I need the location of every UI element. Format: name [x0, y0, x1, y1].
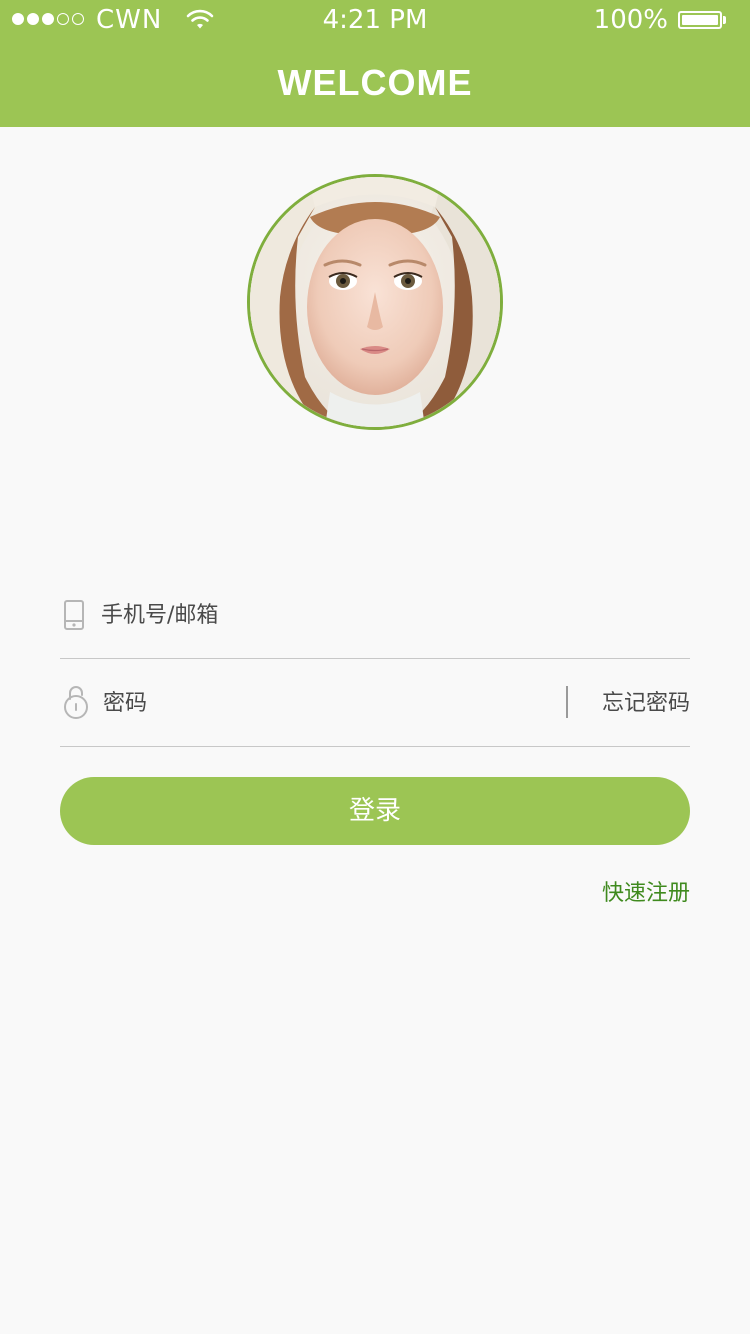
- lock-icon: [64, 686, 88, 719]
- account-input[interactable]: 手机号/邮箱: [101, 602, 218, 630]
- app-header: CWN 4:21 PM 100% WELCOME: [0, 0, 750, 127]
- forgot-password-link[interactable]: 忘记密码: [602, 690, 690, 718]
- avatar: [247, 174, 503, 430]
- status-bar: CWN 4:21 PM 100%: [0, 0, 750, 40]
- phone-icon: [64, 600, 84, 630]
- password-field[interactable]: 密码 忘记密码: [60, 658, 690, 747]
- quick-register-link[interactable]: 快速注册: [602, 875, 690, 907]
- battery-icon: [678, 11, 726, 29]
- account-field[interactable]: 手机号/邮箱: [60, 570, 690, 659]
- page-title: WELCOME: [277, 62, 473, 103]
- login-button[interactable]: 登录: [60, 777, 690, 845]
- password-input[interactable]: 密码: [103, 690, 147, 718]
- battery-percentage: 100%: [593, 5, 668, 35]
- field-divider: [566, 686, 568, 718]
